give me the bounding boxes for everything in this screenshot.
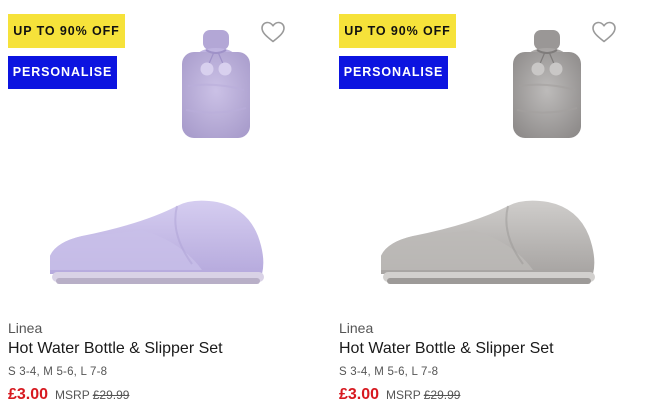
product-image[interactable]: UP TO 90% OFF PERSONALISE (8, 8, 308, 298)
product-card[interactable]: UP TO 90% OFF PERSONALISE Linea Hot Wate… (331, 0, 650, 408)
product-title-link[interactable]: Hot Water Bottle & Slipper Set (8, 340, 223, 358)
product-grid: UP TO 90% OFF PERSONALISE Linea Hot Wate… (0, 0, 650, 408)
hot-water-bottle-image (182, 30, 250, 138)
product-card[interactable]: UP TO 90% OFF PERSONALISE Linea Hot Wate… (0, 0, 320, 408)
product-title-link[interactable]: Hot Water Bottle & Slipper Set (339, 340, 554, 358)
product-sizes: S 3-4, M 5-6, L 7-8 (8, 366, 108, 378)
current-price: £3.00 (8, 386, 49, 403)
product-brand: Linea (339, 320, 374, 336)
slipper-image (381, 200, 595, 284)
product-image[interactable]: UP TO 90% OFF PERSONALISE (339, 8, 639, 298)
current-price: £3.00 (339, 386, 380, 403)
msrp-label: MSRP (386, 388, 421, 402)
price-row: £3.00 MSRP £29.99 (8, 386, 129, 404)
personalise-badge[interactable]: PERSONALISE (8, 56, 117, 89)
hot-water-bottle-image (513, 30, 581, 138)
msrp-price: £29.99 (423, 388, 461, 402)
msrp-price: £29.99 (92, 388, 130, 402)
wishlist-button[interactable] (589, 18, 619, 46)
price-row: £3.00 MSRP £29.99 (339, 386, 460, 404)
heart-outline-icon (592, 21, 616, 43)
sale-badge: UP TO 90% OFF (8, 14, 125, 48)
wishlist-button[interactable] (258, 18, 288, 46)
msrp-label: MSRP (55, 388, 90, 402)
product-sizes: S 3-4, M 5-6, L 7-8 (339, 366, 439, 378)
slipper-image (50, 200, 264, 284)
personalise-badge[interactable]: PERSONALISE (339, 56, 448, 89)
heart-outline-icon (261, 21, 285, 43)
product-brand: Linea (8, 320, 43, 336)
sale-badge: UP TO 90% OFF (339, 14, 456, 48)
